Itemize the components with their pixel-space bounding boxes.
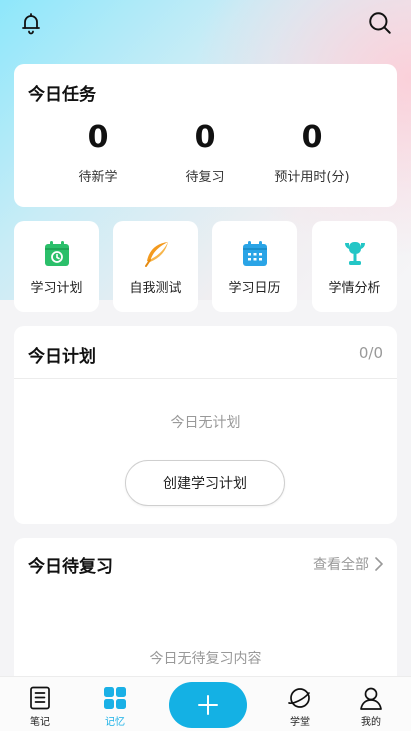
planet-icon [288, 688, 310, 708]
plan-empty-text: 今日无计划 [170, 415, 241, 431]
grid-icon [104, 687, 126, 709]
stat-new-label: 待新学 [78, 170, 118, 185]
view-all-label: 查看全部 [313, 557, 369, 573]
tab-classroom[interactable]: 学堂 [270, 685, 330, 728]
stat-review: 0 待复习 [150, 120, 260, 185]
search-icon[interactable] [365, 8, 395, 38]
add-button[interactable] [169, 682, 247, 728]
create-study-plan-button[interactable]: 创建学习计划 [125, 460, 285, 506]
tab-notes[interactable]: 笔记 [10, 685, 70, 728]
plan-count: 0/0 [358, 344, 383, 362]
bottom-nav: 笔记 记忆 学堂 我的 [0, 676, 411, 731]
quick-label: 学情分析 [328, 281, 381, 296]
tab-memory[interactable]: 记忆 [85, 685, 145, 728]
task-card-title: 今日任务 [28, 85, 96, 105]
calendar-grid-icon [240, 239, 270, 269]
person-icon [360, 687, 382, 710]
quick-study-calendar[interactable]: 学习日历 [212, 221, 297, 312]
feather-icon [141, 239, 171, 269]
plus-icon [198, 695, 218, 715]
review-card-title: 今日待复习 [28, 557, 113, 577]
plan-card-title: 今日计划 [28, 347, 96, 367]
review-empty-text: 今日无待复习内容 [149, 651, 262, 667]
tab-label: 学堂 [290, 717, 310, 728]
chevron-right-icon [375, 557, 383, 571]
tab-label: 我的 [361, 717, 381, 728]
today-plan-card: 今日计划 0/0 今日无计划 创建学习计划 [14, 326, 397, 524]
stat-new-value: 0 [87, 120, 109, 155]
today-task-card: 今日任务 0 待新学 0 待复习 0 预计用时(分) [14, 64, 397, 207]
notebook-icon [30, 686, 50, 710]
quick-study-plan[interactable]: 学习计划 [14, 221, 99, 312]
tab-label: 笔记 [30, 717, 50, 728]
stat-new: 0 待新学 [43, 120, 153, 185]
trophy-icon [340, 239, 370, 269]
quick-label: 自我测试 [129, 281, 182, 296]
stat-review-label: 待复习 [185, 170, 225, 185]
stat-time-value: 0 [301, 120, 323, 155]
calendar-check-icon [42, 239, 72, 269]
divider [14, 378, 397, 379]
today-review-card: 今日待复习 查看全部 今日无待复习内容 [14, 538, 397, 688]
quick-learning-analysis[interactable]: 学情分析 [312, 221, 397, 312]
view-all-link[interactable]: 查看全部 [313, 554, 383, 574]
quick-self-test[interactable]: 自我测试 [113, 221, 198, 312]
stat-time-label: 预计用时(分) [274, 170, 350, 185]
top-bar [0, 0, 411, 50]
quick-label: 学习日历 [228, 281, 281, 296]
quick-label: 学习计划 [30, 281, 83, 296]
tab-label: 记忆 [105, 717, 125, 728]
stat-time: 0 预计用时(分) [257, 120, 367, 185]
tab-mine[interactable]: 我的 [341, 685, 401, 728]
bell-icon[interactable] [16, 8, 46, 38]
stat-review-value: 0 [194, 120, 216, 155]
